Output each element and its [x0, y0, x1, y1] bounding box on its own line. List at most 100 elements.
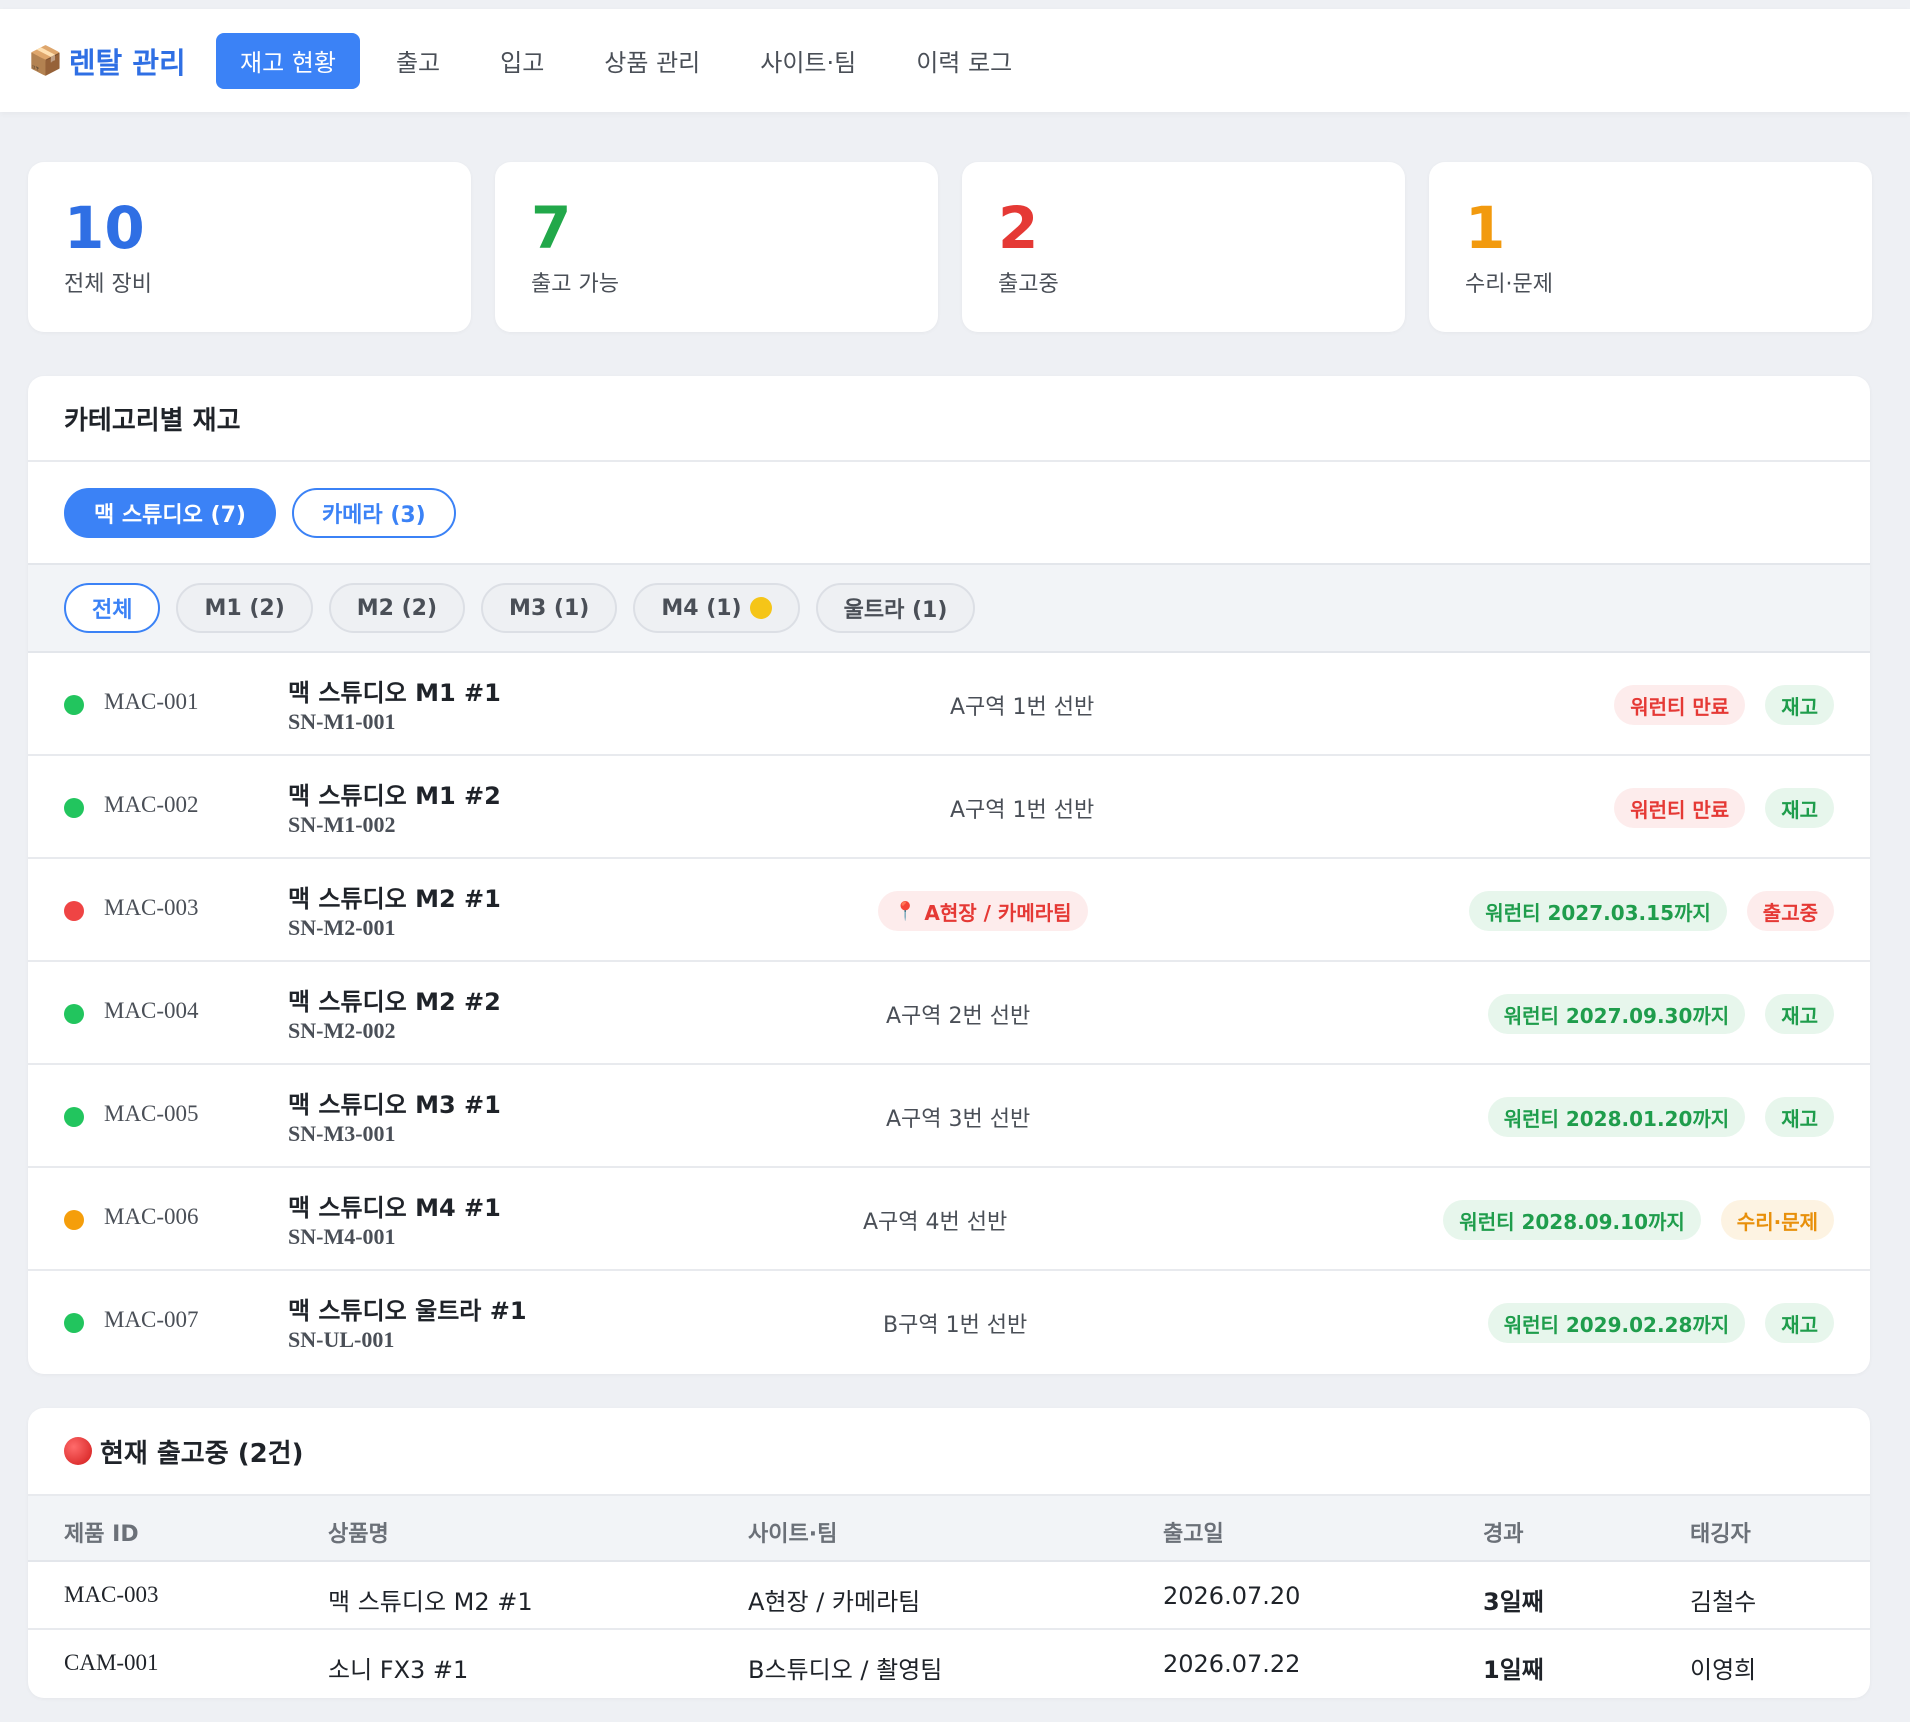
checkout-title-text: 현재 출고중 (2건) [100, 1438, 304, 1469]
filter-ultra[interactable]: 울트라 (1) [815, 583, 976, 633]
nav-tab-checkin[interactable]: 입고 [476, 33, 568, 89]
inventory-title: 카테고리별 재고 [28, 376, 1870, 462]
warranty-badge: 워런티 2028.01.20까지 [1487, 1097, 1746, 1137]
item-badges: 워런티 만료 재고 [1594, 788, 1834, 828]
stat-card-total: 10 전체 장비 [28, 162, 471, 332]
nav-tab-products[interactable]: 상품 관리 [580, 33, 724, 89]
cell-elapsed: 3일째 [1483, 1588, 1544, 1616]
item-name: 맥 스튜디오 M1 #2 [288, 782, 501, 810]
filter-m4[interactable]: M4 (1) [633, 583, 800, 633]
stat-label: 출고중 [998, 272, 1059, 297]
checkout-table-header: 제품 ID 상품명 사이트·팀 출고일 경과 태깅자 [28, 1496, 1870, 1562]
stat-label: 수리·문제 [1465, 272, 1553, 297]
stat-label: 전체 장비 [64, 272, 152, 297]
inventory-row[interactable]: MAC-007 맥 스튜디오 울트라 #1 SN-UL-001 B구역 1번 선… [28, 1271, 1870, 1374]
item-location: A구역 1번 선반 [950, 798, 1095, 823]
item-badges: 워런티 만료 재고 [1594, 685, 1834, 725]
warranty-badge: 워런티 2027.03.15까지 [1469, 891, 1727, 931]
status-dot-icon [64, 798, 84, 818]
category-tab-camera[interactable]: 카메라 (3) [291, 487, 456, 538]
status-badge: 재고 [1765, 1097, 1834, 1137]
inventory-row[interactable]: MAC-002 맥 스튜디오 M1 #2 SN-M1-002 A구역 1번 선반… [28, 756, 1870, 859]
checkout-panel: 현재 출고중 (2건) 제품 ID 상품명 사이트·팀 출고일 경과 태깅자 M… [28, 1408, 1870, 1698]
inventory-row[interactable]: MAC-004 맥 스튜디오 M2 #2 SN-M2-002 A구역 2번 선반… [28, 962, 1870, 1065]
stat-value: 10 [64, 194, 145, 262]
category-tabs: 맥 스튜디오 (7) 카메라 (3) [28, 462, 1870, 563]
inventory-panel: 카테고리별 재고 맥 스튜디오 (7) 카메라 (3) 전체 M1 (2) M2… [28, 376, 1870, 1374]
item-location: A구역 1번 선반 [950, 695, 1095, 720]
warning-dot-icon [749, 597, 772, 619]
warranty-badge: 워런티 만료 [1614, 788, 1746, 828]
filter-all[interactable]: 전체 [64, 583, 161, 633]
filter-m2[interactable]: M2 (2) [328, 583, 466, 633]
red-circle-icon [64, 1437, 92, 1465]
item-badges: 워런티 2027.09.30까지 재고 [1468, 994, 1834, 1034]
site-location-badge: 📍 A현장 / 카메라팀 [878, 891, 1088, 931]
brand-title: 렌탈 관리 [68, 45, 186, 80]
item-name: 맥 스튜디오 M2 #2 [288, 988, 501, 1016]
item-name: 맥 스튜디오 울트라 #1 [288, 1297, 527, 1325]
status-dot-icon [64, 901, 84, 921]
col-product-name[interactable]: 상품명 [328, 1516, 389, 1548]
cell-product-name: 맥 스튜디오 M2 #1 [328, 1588, 533, 1616]
stats-row: 10 전체 장비 7 출고 가능 2 출고중 1 수리·문제 [28, 162, 1872, 332]
stat-value: 2 [998, 194, 1039, 262]
warranty-badge: 워런티 2029.02.28까지 [1487, 1303, 1746, 1343]
model-filters: 전체 M1 (2) M2 (2) M3 (1) M4 (1) 울트라 (1) [28, 563, 1870, 653]
cell-product-id: MAC-003 [64, 1582, 159, 1607]
filter-m1[interactable]: M1 (2) [176, 583, 313, 633]
top-strip [0, 0, 1910, 9]
cell-elapsed: 1일째 [1483, 1656, 1544, 1684]
inventory-row[interactable]: MAC-001 맥 스튜디오 M1 #1 SN-M1-001 A구역 1번 선반… [28, 653, 1870, 756]
item-location: A구역 3번 선반 [886, 1107, 1031, 1132]
cell-checkout-date: 2026.07.20 [1163, 1582, 1301, 1610]
col-elapsed[interactable]: 경과 [1483, 1516, 1523, 1548]
item-location: A구역 2번 선반 [886, 1004, 1031, 1029]
col-product-id[interactable]: 제품 ID [64, 1516, 139, 1548]
item-id: MAC-003 [104, 895, 199, 920]
site-location-text: A현장 / 카메라팀 [924, 900, 1072, 925]
item-id: MAC-002 [104, 792, 199, 817]
brand[interactable]: 📦 렌탈 관리 [28, 40, 216, 82]
item-id: MAC-006 [104, 1204, 199, 1229]
item-id: MAC-001 [104, 689, 199, 714]
status-dot-icon [64, 1210, 84, 1230]
stat-value: 7 [531, 194, 572, 262]
cell-checkout-date: 2026.07.22 [1163, 1650, 1301, 1678]
cell-tagger: 김철수 [1690, 1588, 1757, 1616]
stat-value: 1 [1465, 194, 1506, 262]
warranty-badge: 워런티 만료 [1614, 685, 1746, 725]
stat-card-checked-out: 2 출고중 [962, 162, 1405, 332]
status-dot-icon [64, 1107, 84, 1127]
item-badges: 워런티 2029.02.28까지 재고 [1468, 1303, 1834, 1343]
status-dot-icon [64, 1004, 84, 1024]
stat-card-repair: 1 수리·문제 [1429, 162, 1872, 332]
nav-tab-checkout[interactable]: 출고 [372, 33, 464, 89]
table-row[interactable]: CAM-001 소니 FX3 #1 B스튜디오 / 촬영팀 2026.07.22… [28, 1630, 1870, 1698]
table-row[interactable]: MAC-003 맥 스튜디오 M2 #1 A현장 / 카메라팀 2026.07.… [28, 1562, 1870, 1630]
col-checkout-date[interactable]: 출고일 [1163, 1516, 1224, 1548]
col-site-team[interactable]: 사이트·팀 [748, 1516, 837, 1548]
item-id: MAC-007 [104, 1307, 199, 1332]
item-name: 맥 스튜디오 M1 #1 [288, 679, 501, 707]
item-name: 맥 스튜디오 M3 #1 [288, 1091, 501, 1119]
item-name: 맥 스튜디오 M2 #1 [288, 885, 501, 913]
pin-icon: 📍 [894, 900, 917, 922]
filter-m3[interactable]: M3 (1) [481, 583, 618, 633]
main-nav: 재고 현황 출고 입고 상품 관리 사이트·팀 이력 로그 [216, 32, 1048, 89]
inventory-row[interactable]: MAC-003 맥 스튜디오 M2 #1 SN-M2-001 📍 A현장 / 카… [28, 859, 1870, 962]
col-tagger[interactable]: 태깅자 [1690, 1516, 1751, 1548]
nav-tab-history-log[interactable]: 이력 로그 [892, 33, 1036, 89]
status-dot-icon [64, 695, 84, 715]
status-badge: 수리·문제 [1720, 1200, 1834, 1240]
nav-tab-inventory[interactable]: 재고 현황 [216, 32, 360, 89]
inventory-row[interactable]: MAC-005 맥 스튜디오 M3 #1 SN-M3-001 A구역 3번 선반… [28, 1065, 1870, 1168]
item-location: A구역 4번 선반 [863, 1210, 1008, 1235]
item-badges: 워런티 2027.03.15까지 출고중 [1449, 891, 1834, 931]
category-tab-mac-studio[interactable]: 맥 스튜디오 (7) [64, 487, 276, 538]
item-serial: SN-M1-001 [288, 709, 396, 734]
warranty-badge: 워런티 2027.09.30까지 [1487, 994, 1746, 1034]
inventory-row[interactable]: MAC-006 맥 스튜디오 M4 #1 SN-M4-001 A구역 4번 선반… [28, 1168, 1870, 1271]
nav-tab-sites-teams[interactable]: 사이트·팀 [736, 33, 880, 89]
package-icon: 📦 [28, 44, 63, 77]
